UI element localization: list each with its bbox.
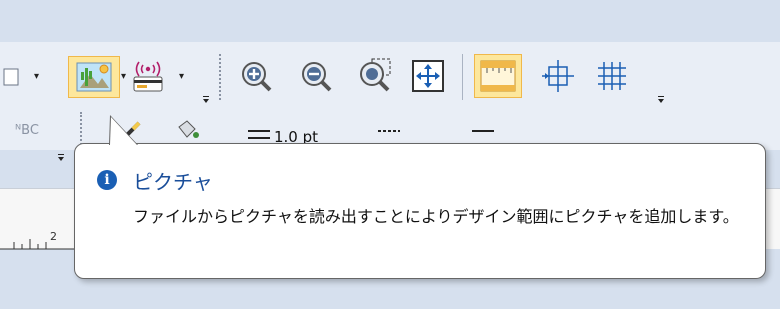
ruler-icon bbox=[480, 60, 516, 92]
toolbar-grip[interactable] bbox=[219, 54, 223, 100]
overflow-2-icon[interactable] bbox=[658, 96, 664, 104]
zoom-out-icon bbox=[302, 62, 332, 92]
picture-dropdown-arrow-icon[interactable]: ▾ bbox=[121, 72, 126, 82]
toolbar-separator bbox=[462, 54, 463, 100]
grid-icon bbox=[598, 62, 626, 90]
tooltip-body: ファイルからピクチャを読み出すことによりデザイン範囲にピクチャを追加します。 bbox=[133, 207, 739, 226]
info-icon: i bbox=[97, 170, 117, 190]
grid-button[interactable] bbox=[592, 56, 632, 96]
ruler-tick-label: 2 bbox=[50, 230, 57, 243]
ruler-toggle-button[interactable] bbox=[474, 54, 522, 98]
shape-dropdown-button[interactable] bbox=[0, 62, 34, 92]
rfid-dropdown-arrow-icon[interactable]: ▾ bbox=[179, 72, 184, 82]
snap-guide-icon bbox=[542, 60, 574, 92]
picture-button[interactable] bbox=[68, 56, 120, 98]
zoom-area-button[interactable] bbox=[356, 54, 400, 96]
tooltip-title: ピクチャ bbox=[133, 170, 213, 194]
zoom-area-icon bbox=[360, 58, 391, 92]
text-style-label: ᴺBC bbox=[15, 122, 39, 138]
fill-color-button[interactable] bbox=[166, 116, 206, 144]
zoom-in-button[interactable] bbox=[236, 56, 276, 96]
horizontal-ruler: 2 bbox=[0, 230, 80, 250]
overflow-1-icon[interactable] bbox=[203, 96, 209, 104]
rfid-card-icon bbox=[133, 61, 163, 92]
tooltip: i ピクチャ ファイルからピクチャを読み出すことによりデザイン範囲にピクチャを追… bbox=[74, 115, 766, 279]
text-style-button[interactable]: ᴺBC bbox=[2, 116, 52, 144]
tooltip-tail-fill bbox=[110, 117, 137, 145]
zoom-out-button[interactable] bbox=[296, 56, 336, 96]
paint-bucket-icon bbox=[178, 120, 199, 138]
picture-icon bbox=[76, 62, 112, 92]
shape-dropdown-arrow-icon[interactable]: ▾ bbox=[34, 72, 39, 82]
fit-page-button[interactable] bbox=[408, 56, 448, 96]
overflow-3-icon[interactable] bbox=[58, 154, 64, 162]
zoom-in-icon bbox=[242, 62, 272, 92]
fit-page-icon bbox=[412, 60, 444, 92]
snap-guide-button[interactable] bbox=[538, 56, 578, 96]
rfid-card-button[interactable] bbox=[128, 56, 168, 96]
